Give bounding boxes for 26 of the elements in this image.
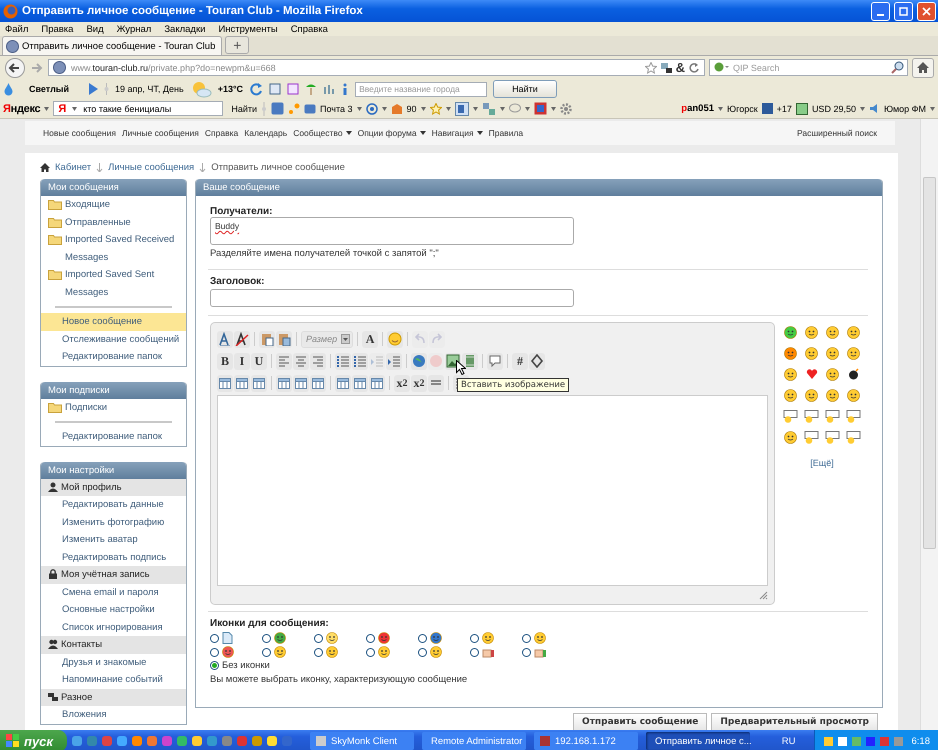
window-title: Отправить личное сообщение - Touran Club - Mozilla Firefox: [22, 5, 364, 17]
yandex-logo: Яндекс: [3, 102, 40, 114]
panel-header: Мои настройки: [41, 462, 186, 478]
panel-header: Мои сообщения: [41, 179, 186, 196]
hint-text: Вы можете выбрать иконку, характеризующую сообщение: [210, 674, 468, 685]
city-name: Светлый: [29, 84, 70, 94]
hint-text: Разделяйте имена получателей точкой с запятой ";": [210, 248, 440, 259]
weather-date: 19 апр, ЧТ, День: [115, 84, 184, 94]
radio-label: Без иконки: [222, 660, 270, 671]
sidebar-group-header: Контакты: [41, 636, 186, 654]
panel-header: Мои подписки: [41, 382, 186, 398]
yandex-logo-letter: Я: [58, 102, 66, 114]
sidebar-group-header: Разное: [41, 688, 186, 706]
panel-header: Ваше сообщение: [196, 179, 882, 196]
temperature: +17: [776, 104, 792, 114]
currency-rate: USD 29,50: [812, 104, 856, 114]
sidebar-group-header: Моя учётная запись: [41, 566, 186, 584]
field-label: Иконки для сообщения:: [210, 618, 330, 629]
field-label: Получатели:: [210, 206, 274, 217]
clock: 6:18: [912, 736, 930, 746]
sidebar-group-header: Мой профиль: [41, 478, 186, 496]
tooltip: Вставить изображение: [457, 378, 570, 392]
field-label: Заголовок:: [210, 276, 266, 287]
breadcrumb-current: Отправить личное сообщение: [211, 162, 345, 172]
count-label: 90: [406, 104, 417, 114]
temperature: +13°C: [218, 84, 244, 94]
